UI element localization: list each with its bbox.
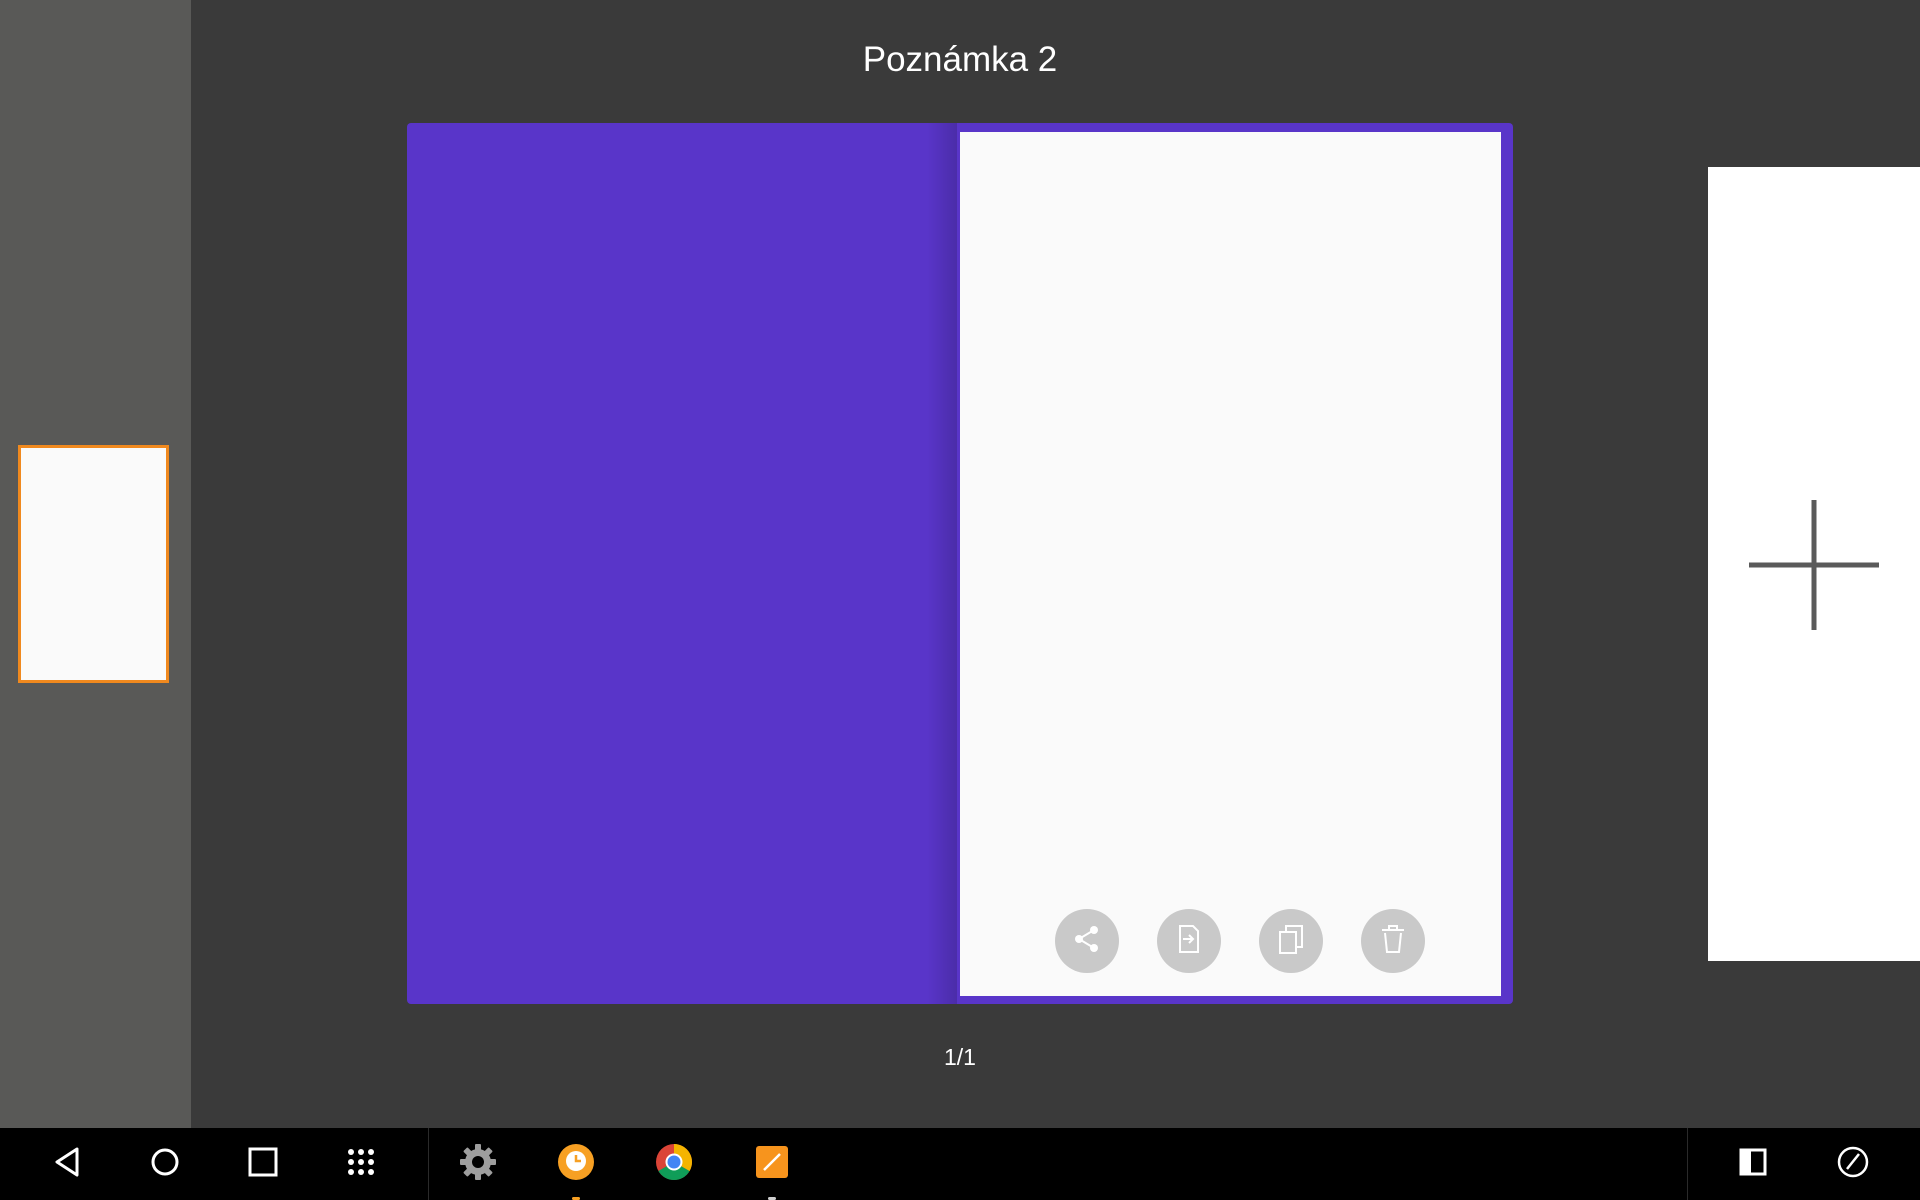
pen-button[interactable] (1817, 1128, 1889, 1200)
chrome-icon (654, 1142, 694, 1187)
chrome-app-button[interactable] (638, 1128, 710, 1200)
reminder-app-button[interactable] (540, 1128, 612, 1200)
split-screen-button[interactable] (1717, 1128, 1789, 1200)
reminder-app-icon (556, 1142, 596, 1187)
copy-button[interactable] (1259, 909, 1323, 973)
export-icon (1171, 921, 1207, 962)
back-icon (51, 1145, 85, 1184)
share-button[interactable] (1055, 909, 1119, 973)
export-button[interactable] (1157, 909, 1221, 973)
plus-icon (1746, 497, 1882, 635)
notes-app-icon (754, 1144, 790, 1185)
copy-icon (1273, 921, 1309, 962)
app-drawer-icon (346, 1147, 376, 1182)
taskbar-separator (1687, 1128, 1688, 1200)
home-button[interactable] (129, 1128, 201, 1200)
page-actions (960, 909, 1501, 973)
share-icon (1069, 921, 1105, 962)
pen-icon (1836, 1145, 1870, 1184)
notebook-view[interactable] (407, 123, 1513, 1004)
taskbar (0, 1128, 1920, 1200)
page-counter: 1/1 (944, 1044, 976, 1070)
delete-icon (1375, 921, 1411, 962)
new-note-card[interactable] (1708, 167, 1920, 961)
notes-app-button[interactable] (736, 1128, 808, 1200)
app-drawer-button[interactable] (325, 1128, 397, 1200)
page-title: Poznámka 2 (862, 40, 1058, 79)
recents-icon (246, 1145, 280, 1184)
recents-button[interactable] (227, 1128, 299, 1200)
back-button[interactable] (32, 1128, 104, 1200)
delete-button[interactable] (1361, 909, 1425, 973)
settings-icon (458, 1142, 498, 1187)
settings-app-button[interactable] (442, 1128, 514, 1200)
notebook-page[interactable] (960, 132, 1501, 996)
note-thumbnail-selected[interactable] (18, 445, 169, 683)
notes-sidebar (0, 0, 191, 1128)
taskbar-separator (428, 1128, 429, 1200)
home-icon (148, 1145, 182, 1184)
split-screen-icon (1736, 1145, 1770, 1184)
notebook-spine (927, 123, 957, 1004)
